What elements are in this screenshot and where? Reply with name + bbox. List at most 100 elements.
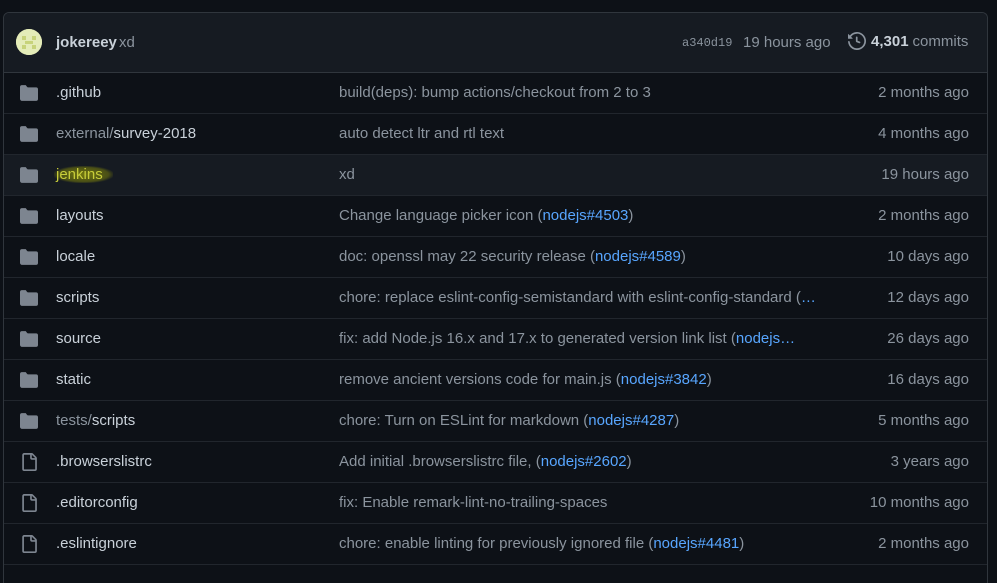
file-row[interactable]: static remove ancient versions code for m… bbox=[4, 360, 987, 401]
file-row[interactable]: .editorconfig fix: Enable remark-lint-no-… bbox=[4, 483, 987, 524]
commit-age[interactable]: 16 days ago bbox=[887, 371, 969, 388]
file-name: scripts bbox=[91, 412, 136, 429]
file-icon bbox=[20, 453, 38, 471]
commit-message-text: build(deps): bump actions/checkout from … bbox=[339, 84, 651, 101]
commit-message-link[interactable]: build(deps): bump actions/checkout from … bbox=[339, 84, 829, 101]
latest-commit-bar: jokereey xd a340d19 19 hours ago 4,301 c… bbox=[4, 13, 987, 73]
commit-message-link[interactable]: chore: enable linting for previously ign… bbox=[339, 535, 829, 552]
file-name-link[interactable]: .github bbox=[56, 84, 101, 101]
commit-message[interactable]: xd bbox=[119, 34, 135, 51]
commit-age[interactable]: 2 months ago bbox=[878, 84, 969, 101]
commit-message-text: Add initial .browserslistrc file, ( bbox=[339, 453, 541, 470]
pull-request-link[interactable]: nodejs#4481 bbox=[653, 535, 739, 552]
path-prefix: external/ bbox=[56, 125, 114, 142]
commit-message-link[interactable]: remove ancient versions code for main.js… bbox=[339, 371, 829, 388]
commit-message-text: remove ancient versions code for main.js… bbox=[339, 371, 621, 388]
folder-icon bbox=[20, 290, 38, 306]
commit-age[interactable]: 2 months ago bbox=[878, 535, 969, 552]
commits-label: commits bbox=[912, 32, 969, 50]
file-name: locale bbox=[56, 248, 96, 265]
file-name-link[interactable]: .editorconfig bbox=[56, 494, 138, 511]
commit-message-link[interactable]: chore: replace eslint-config-semistandar… bbox=[339, 289, 829, 306]
folder-icon bbox=[20, 413, 38, 429]
commit-message-suffix: ) bbox=[706, 371, 712, 388]
commit-count: 4,301 bbox=[871, 32, 909, 50]
file-name-link[interactable]: layouts bbox=[56, 207, 104, 224]
file-row[interactable]: locale doc: openssl may 22 security relea… bbox=[4, 237, 987, 278]
commit-time[interactable]: 19 hours ago bbox=[743, 34, 831, 51]
commit-message-link[interactable]: fix: add Node.js 16.x and 17.x to genera… bbox=[339, 330, 829, 347]
commit-message-text: fix: add Node.js 16.x and 17.x to genera… bbox=[339, 330, 736, 347]
commit-age[interactable]: 26 days ago bbox=[887, 330, 969, 347]
file-name-link[interactable]: scripts bbox=[56, 289, 99, 306]
pull-request-link[interactable]: nodejs#4287 bbox=[588, 412, 674, 429]
path-prefix: tests/ bbox=[56, 412, 92, 429]
file-name: .eslintignore bbox=[56, 535, 137, 552]
commit-age[interactable]: 10 days ago bbox=[887, 248, 969, 265]
commit-age[interactable]: 10 months ago bbox=[870, 494, 969, 511]
file-row[interactable]: .github build(deps): bump actions/checkou… bbox=[4, 73, 987, 114]
commit-message-suffix: ) bbox=[739, 535, 745, 552]
file-row[interactable]: source fix: add Node.js 16.x and 17.x to … bbox=[4, 319, 987, 360]
commit-author[interactable]: jokereey bbox=[56, 34, 117, 51]
commit-age[interactable]: 5 months ago bbox=[878, 412, 969, 429]
commit-message-link[interactable]: Change language picker icon (nodejs#4503… bbox=[339, 207, 829, 224]
pull-request-link[interactable]: nodejs#2602 bbox=[541, 453, 627, 470]
file-name: scripts bbox=[56, 289, 100, 306]
file-name: jenkins bbox=[56, 166, 103, 183]
commit-age[interactable]: 3 years ago bbox=[891, 453, 969, 470]
file-name-link[interactable]: external/survey-2018 bbox=[56, 125, 196, 142]
file-row[interactable]: tests/scripts chore: Turn on ESLint for m… bbox=[4, 401, 987, 442]
avatar-identicon bbox=[16, 29, 42, 55]
file-name-link[interactable]: .eslintignore bbox=[56, 535, 137, 552]
commit-message-link[interactable]: Add initial .browserslistrc file, (nodej… bbox=[339, 453, 829, 470]
file-name-link[interactable]: tests/scripts bbox=[56, 412, 135, 429]
file-list: .github build(deps): bump actions/checkou… bbox=[4, 73, 987, 565]
file-row[interactable]: .browserslistrc Add initial .browserslist… bbox=[4, 442, 987, 483]
commit-message-text: fix: Enable remark-lint-no-trailing-spac… bbox=[339, 494, 608, 511]
commit-age[interactable]: 12 days ago bbox=[887, 289, 969, 306]
commit-sha[interactable]: a340d19 bbox=[682, 36, 732, 50]
commit-message-suffix: ) bbox=[674, 412, 680, 429]
commit-message-link[interactable]: doc: openssl may 22 security release (no… bbox=[339, 248, 829, 265]
file-name-link[interactable]: static bbox=[56, 371, 91, 388]
pull-request-link[interactable]: nodejs#4589 bbox=[595, 248, 681, 265]
pull-request-link[interactable]: … bbox=[801, 289, 816, 306]
pull-request-link[interactable]: nodejs#4503 bbox=[542, 207, 628, 224]
commit-history-link[interactable]: 4,301 commits bbox=[848, 32, 968, 50]
pull-request-link[interactable]: nodejs#3842 bbox=[621, 371, 707, 388]
commit-message-link[interactable]: xd bbox=[339, 166, 829, 183]
folder-icon bbox=[20, 126, 38, 142]
commit-message-suffix: ) bbox=[628, 207, 634, 224]
commit-message-link[interactable]: auto detect ltr and rtl text bbox=[339, 125, 829, 142]
file-icon bbox=[20, 535, 38, 553]
commit-message-link[interactable]: fix: Enable remark-lint-no-trailing-spac… bbox=[339, 494, 829, 511]
file-name-link[interactable]: .browserslistrc bbox=[56, 453, 152, 470]
file-name: .github bbox=[56, 84, 102, 101]
file-name: .browserslistrc bbox=[56, 453, 152, 470]
file-name-link[interactable]: jenkins bbox=[54, 166, 113, 183]
file-name-link[interactable]: source bbox=[56, 330, 101, 347]
commit-message-link[interactable]: chore: Turn on ESLint for markdown (node… bbox=[339, 412, 829, 429]
commit-age[interactable]: 2 months ago bbox=[878, 207, 969, 224]
avatar[interactable] bbox=[16, 29, 42, 55]
pull-request-link[interactable]: nodejs… bbox=[736, 330, 795, 347]
file-name: source bbox=[56, 330, 102, 347]
folder-icon bbox=[20, 331, 38, 347]
commit-age[interactable]: 19 hours ago bbox=[881, 166, 969, 183]
folder-icon bbox=[20, 85, 38, 101]
commit-message-suffix: ) bbox=[626, 453, 632, 470]
commit-age[interactable]: 4 months ago bbox=[878, 125, 969, 142]
file-row[interactable]: .eslintignore chore: enable linting for p… bbox=[4, 524, 987, 565]
folder-icon bbox=[20, 208, 38, 224]
file-row[interactable]: external/survey-2018 auto detect ltr and … bbox=[4, 114, 987, 155]
file-row[interactable]: layouts Change language picker icon (node… bbox=[4, 196, 987, 237]
commit-message-text: chore: enable linting for previously ign… bbox=[339, 535, 654, 552]
commit-message-text: chore: replace eslint-config-semistandar… bbox=[339, 289, 801, 306]
folder-icon bbox=[20, 372, 38, 388]
file-row[interactable]: scripts chore: replace eslint-config-semi… bbox=[4, 278, 987, 319]
file-name: layouts bbox=[56, 207, 104, 224]
file-row[interactable]: jenkins xd 19 hours ago bbox=[4, 155, 987, 196]
file-browser: jokereey xd a340d19 19 hours ago 4,301 c… bbox=[3, 12, 988, 583]
file-name-link[interactable]: locale bbox=[56, 248, 95, 265]
